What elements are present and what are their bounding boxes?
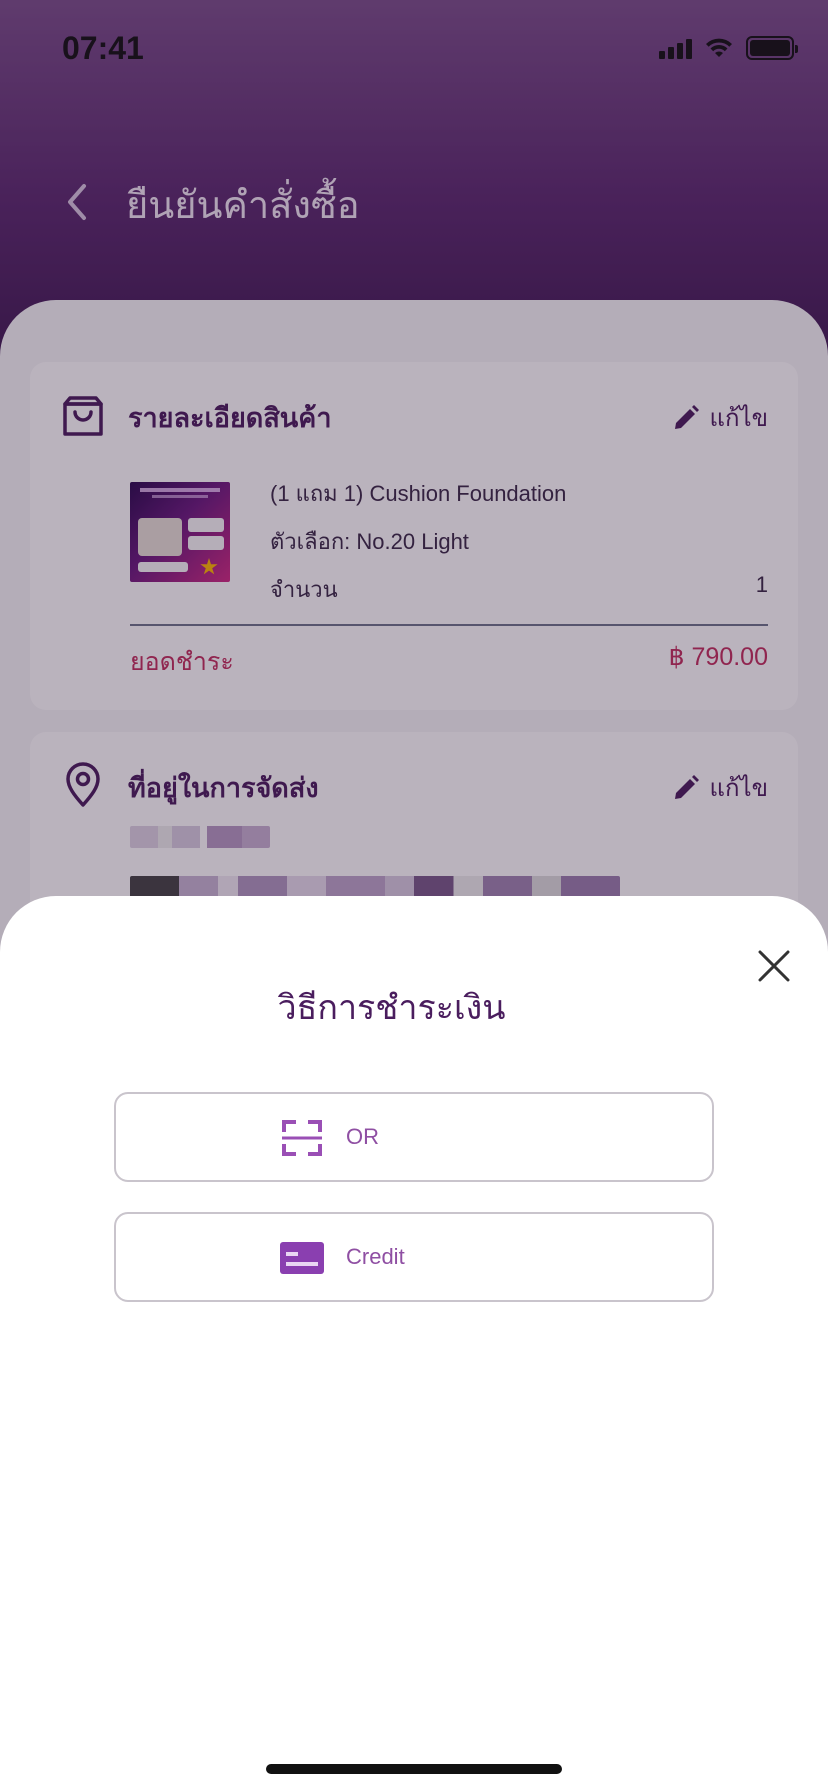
home-indicator xyxy=(266,1764,562,1774)
payment-method-title: วิธีการชำระเงิน xyxy=(277,989,506,1027)
payment-option-label: Credit xyxy=(346,1244,405,1269)
payment-option-credit[interactable]: Credit xyxy=(114,1212,714,1302)
credit-card-icon xyxy=(280,1242,324,1274)
qr-scan-icon xyxy=(282,1120,322,1156)
payment-method-sheet: วิธีการชำระเงิน OR Credit xyxy=(0,896,828,1792)
payment-option-qr[interactable]: OR xyxy=(114,1092,714,1182)
payment-option-label: OR xyxy=(346,1124,379,1149)
